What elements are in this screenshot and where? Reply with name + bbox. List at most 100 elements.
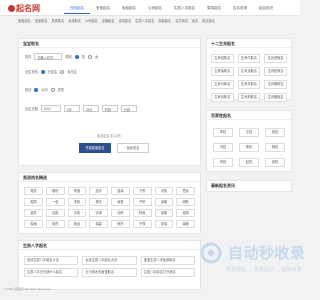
name-tag[interactable]: 浩然 — [24, 209, 43, 217]
sub-nav: 宝宝起名 宝宝取名 男孩取名 女孩取名 公司起名 店铺起名 诗词起名 生辰八字起名 周易起名 名字… — [18, 18, 218, 23]
surname-input[interactable]: 请输入姓氏 — [34, 53, 63, 60]
name-tag[interactable]: 子墨 — [132, 187, 152, 195]
name-tag[interactable]: 奕辰 — [24, 187, 43, 195]
name-tag[interactable]: 瑞霖 — [89, 220, 108, 228]
name-tag[interactable]: 钰轩 — [111, 209, 130, 217]
form-hint: 免费起名字(公历) — [97, 134, 122, 138]
subnav-link[interactable]: 店铺起名 — [102, 18, 115, 23]
calendar-solar-radio[interactable] — [34, 87, 39, 92]
nav-item[interactable]: 周易起名 — [201, 2, 227, 14]
subnav-link[interactable]: 改名 — [192, 18, 198, 23]
name-tag[interactable]: 梓睿 — [132, 209, 152, 217]
subnav-link[interactable]: 名字测试 — [175, 18, 188, 23]
subnav-link[interactable]: 公司起名 — [85, 18, 98, 23]
day-select[interactable]: 15日 — [82, 105, 99, 112]
zodiac-link[interactable]: 生肖鸡取名 — [211, 93, 234, 102]
name-tag[interactable]: 浩宇 — [89, 187, 108, 195]
bazi-link[interactable]: 男孩生辰八字起名大全 — [24, 256, 79, 265]
name-tag[interactable]: 明轩 — [176, 198, 195, 206]
name-tag[interactable]: 子骞 — [132, 220, 152, 228]
bazi-link[interactable]: 生辰八字起名打分测试 — [140, 268, 195, 277]
name-tag[interactable]: 俊熙 — [24, 198, 43, 206]
zodiac-link[interactable]: 生肖龙取名 — [237, 67, 261, 76]
name-tag[interactable]: 皓轩 — [45, 187, 65, 195]
bazi-link[interactable]: 宝宝生辰八字免费取名 — [140, 256, 195, 265]
zodiac-link[interactable]: 生肖虎取名 — [264, 54, 287, 63]
nav-item[interactable]: 宝宝起名 — [90, 2, 116, 14]
zodiac-link[interactable]: 生肖牛取名 — [237, 54, 261, 63]
surname-link[interactable]: 陈姓 — [239, 143, 259, 152]
subnav-link[interactable]: 宝宝取名 — [35, 18, 48, 23]
state-born-radio[interactable] — [40, 69, 45, 74]
name-tag[interactable]: 煜祺 — [176, 209, 195, 217]
state-row: 出生状态 已出生 未出生 — [25, 69, 77, 74]
name-tag[interactable]: 宇航 — [154, 187, 174, 195]
nav-item[interactable]: 免费起名 — [116, 2, 142, 14]
surname-link[interactable]: 李姓 — [213, 128, 233, 137]
surname-link[interactable]: 杨姓 — [265, 143, 285, 152]
name-tag[interactable]: 凯瑞 — [154, 220, 174, 228]
name-tag[interactable]: 天佑 — [67, 209, 87, 217]
subnav-link[interactable]: 生辰八字起名 — [135, 18, 154, 23]
check-name-button[interactable]: 免费查名 — [117, 143, 149, 153]
surname-link[interactable]: 张姓 — [265, 128, 285, 137]
name-tag[interactable]: 博文 — [89, 198, 108, 206]
name-tag[interactable]: 修杰 — [111, 220, 130, 228]
calendar-lunar-radio[interactable] — [50, 87, 55, 92]
subnav-link[interactable]: 英文起名 — [202, 18, 215, 23]
name-tag[interactable]: 瑾瑜 — [154, 209, 174, 217]
name-tag[interactable]: 致远 — [67, 220, 87, 228]
gender-female-radio[interactable] — [87, 54, 92, 59]
name-tag[interactable]: 子轩 — [132, 198, 152, 206]
gender-male-radio[interactable] — [74, 54, 79, 59]
name-tag[interactable]: 锦程 — [176, 220, 195, 228]
name-tag[interactable]: 晨曦 — [154, 198, 174, 206]
surname-panel-title: 百家姓起名 — [207, 111, 291, 120]
subnav-link[interactable]: 女孩取名 — [68, 18, 81, 23]
surname-link[interactable]: 吴姓 — [265, 158, 285, 167]
zodiac-link[interactable]: 生肖鼠取名 — [211, 54, 234, 63]
nav-item[interactable]: 生辰八字起名 — [168, 2, 201, 14]
name-tag[interactable]: 铭泽 — [111, 187, 130, 195]
site-logo[interactable]: 起名网 — [8, 3, 40, 14]
bazi-link[interactable]: 生辰八字五行缺什么起名 — [24, 268, 79, 277]
name-tag[interactable]: 嘉懿 — [45, 209, 65, 217]
bazi-link[interactable]: 女孩生辰八字起名大全 — [82, 256, 137, 265]
month-select[interactable]: 6月 — [63, 105, 80, 112]
name-tag[interactable]: 思远 — [176, 187, 195, 195]
name-tag[interactable]: 宇泽 — [89, 209, 108, 217]
zodiac-link[interactable]: 生肖猴取名 — [264, 80, 287, 89]
nav-item[interactable]: 在线起名 — [64, 2, 90, 14]
surname-link[interactable]: 刘姓 — [213, 143, 233, 152]
zodiac-link[interactable]: 生肖狗取名 — [237, 93, 261, 102]
bazi-link[interactable]: 五行缺木的宝宝取名 — [82, 268, 137, 277]
surname-row: 姓氏 请输入姓氏 性别 男 女 — [25, 53, 99, 60]
zodiac-link[interactable]: 生肖兔取名 — [211, 67, 234, 76]
subnav-link[interactable]: 男孩取名 — [52, 18, 65, 23]
name-tag[interactable]: 昊然 — [45, 220, 65, 228]
name-tag[interactable]: 梓涵 — [67, 187, 87, 195]
form-title: 宝宝取名 — [19, 39, 200, 48]
name-tag[interactable]: 睿哲 — [111, 198, 130, 206]
nav-item[interactable]: 起名知识 — [253, 2, 279, 14]
hour-select[interactable]: 时辰 — [101, 105, 118, 112]
subnav-link[interactable]: 周易起名 — [158, 18, 171, 23]
zodiac-link[interactable]: 生肖羊取名 — [237, 80, 261, 89]
name-tag[interactable]: 一诺 — [45, 198, 65, 206]
start-naming-button[interactable]: 开始智能起名 — [79, 143, 111, 153]
nav-item[interactable]: 吉名查询 — [227, 2, 253, 14]
zodiac-link[interactable]: 生肖蛇取名 — [264, 67, 287, 76]
subnav-link[interactable]: 宝宝起名 — [18, 18, 31, 23]
zodiac-link[interactable]: 生肖猪取名 — [264, 93, 287, 102]
nav-item[interactable]: 公司起名 — [142, 2, 168, 14]
name-tag[interactable]: 沐阳 — [67, 198, 87, 206]
state-unborn-radio[interactable] — [60, 69, 65, 74]
name-tag[interactable]: 俊楠 — [24, 220, 43, 228]
surname-link[interactable]: 黄姓 — [213, 158, 233, 167]
subnav-link[interactable]: 诗词起名 — [119, 18, 132, 23]
zodiac-link[interactable]: 生肖马取名 — [211, 80, 234, 89]
surname-link[interactable]: 王姓 — [239, 128, 259, 137]
year-select[interactable]: 2024 — [40, 105, 61, 112]
minute-select[interactable]: 分钟 — [120, 105, 137, 112]
surname-link[interactable]: 赵姓 — [239, 158, 259, 167]
